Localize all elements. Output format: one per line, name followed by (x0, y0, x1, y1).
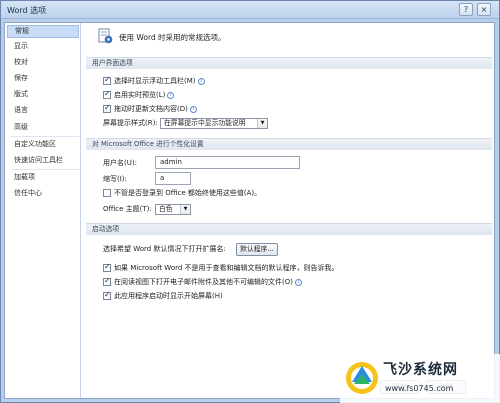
start-screen-checkbox[interactable] (103, 290, 111, 300)
nav-item-advanced[interactable]: 高级 (7, 121, 79, 134)
live-preview-row: 启用实时预览(L) i (114, 89, 175, 101)
reading-view-checkbox[interactable] (103, 276, 111, 286)
default-extension-label: 选择希望 Word 默认情况下打开扩展名: (103, 245, 226, 253)
nav-item-general[interactable]: 常规 (7, 25, 79, 38)
nav-divider (11, 169, 79, 170)
mini-toolbar-checkbox[interactable] (103, 75, 111, 85)
reading-view-row: 在阅读视图下打开电子邮件附件及其他不可编辑的文件(O) i (114, 276, 302, 288)
screentip-select[interactable]: 在屏幕提示中显示功能说明 ▼ (160, 118, 268, 129)
nav-item-layout[interactable]: 版式 (7, 88, 79, 101)
username-label: 用户名(U): (103, 159, 137, 167)
nav-item-save[interactable]: 保存 (7, 72, 79, 85)
title-bar[interactable]: Word 选项 ? × (1, 1, 499, 19)
nav-item-customize-ribbon[interactable]: 自定义功能区 (7, 138, 79, 151)
tell-me-label: 如果 Microsoft Word 不是用于查看和编辑文档的默认程序，则告诉我。 (114, 264, 339, 272)
nav-item-add-ins[interactable]: 加载项 (7, 171, 79, 184)
mini-toolbar-row: 选择时显示浮动工具栏(M) i (114, 75, 205, 87)
start-screen-label: 此应用程序启动时显示开始屏幕(H) (114, 292, 223, 300)
office-theme-select[interactable]: 白色 ▼ (155, 204, 191, 215)
section-personalize: 对 Microsoft Office 进行个性化设置 (86, 138, 492, 150)
username-field[interactable]: admin (155, 156, 300, 169)
help-button[interactable]: ? (459, 3, 473, 16)
tell-me-checkbox[interactable] (103, 262, 111, 272)
update-content-row: 拖动时更新文档内容(D) i (114, 103, 197, 115)
options-header-icon (98, 28, 113, 44)
always-use-label: 不管是否登录到 Office 都始终使用这些值(A)。 (114, 189, 262, 197)
always-use-checkbox[interactable] (103, 189, 111, 197)
initials-label: 缩写(I): (103, 175, 127, 183)
nav-item-trust-center[interactable]: 信任中心 (7, 187, 79, 200)
info-icon: i (294, 278, 302, 286)
category-nav: 常规 显示 校对 保存 版式 语言 高级 自定义功能区 快速访问工具栏 加载项 … (5, 23, 81, 398)
live-preview-label: 启用实时预览(L) (114, 91, 166, 99)
info-icon: i (189, 105, 197, 113)
info-icon: i (197, 77, 205, 85)
dropdown-arrow-icon: ▼ (180, 205, 190, 214)
page-header-text: 使用 Word 时采用的常规选项。 (119, 33, 226, 42)
window-title: Word 选项 (7, 6, 47, 15)
nav-item-quick-access[interactable]: 快速访问工具栏 (7, 154, 79, 167)
reading-view-label: 在阅读视图下打开电子邮件附件及其他不可编辑的文件(O) (114, 278, 293, 286)
screentip-label: 屏幕提示样式(R): (103, 119, 158, 127)
close-button[interactable]: × (477, 3, 491, 16)
screentip-value: 在屏幕提示中显示功能说明 (164, 119, 246, 127)
nav-item-proofing[interactable]: 校对 (7, 56, 79, 69)
update-content-checkbox[interactable] (103, 103, 111, 113)
info-icon: i (167, 91, 175, 99)
update-content-label: 拖动时更新文档内容(D) (114, 105, 188, 113)
initials-field[interactable]: a (155, 172, 191, 185)
watermark-url: www.fs0745.com (385, 384, 454, 393)
section-ui-options: 用户界面选项 (86, 57, 492, 69)
section-startup: 启动选项 (86, 223, 492, 235)
live-preview-checkbox[interactable] (103, 89, 111, 99)
office-theme-value: 白色 (159, 205, 173, 213)
watermark-brand: 飞沙系统网 (383, 362, 458, 378)
office-theme-label: Office 主题(T): (103, 205, 152, 213)
nav-item-display[interactable]: 显示 (7, 40, 79, 53)
mini-toolbar-label: 选择时显示浮动工具栏(M) (114, 77, 196, 85)
nav-divider (11, 136, 79, 137)
dropdown-arrow-icon: ▼ (257, 119, 267, 128)
nav-item-language[interactable]: 语言 (7, 104, 79, 117)
default-programs-button[interactable]: 默认程序... (236, 243, 278, 256)
